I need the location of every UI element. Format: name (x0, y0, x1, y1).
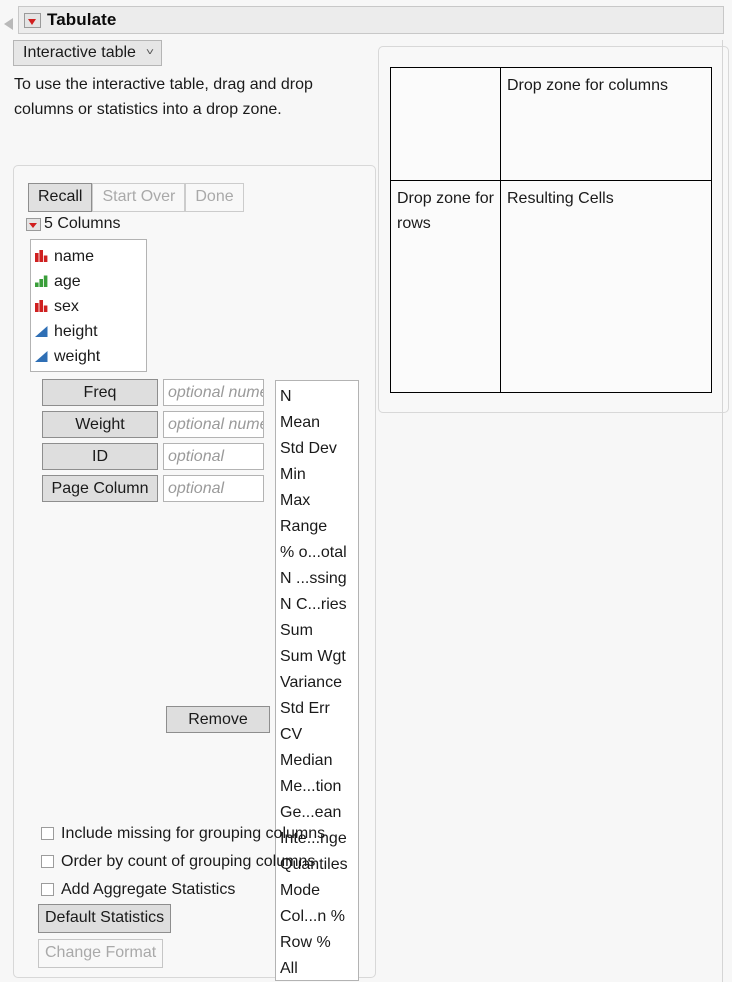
list-item[interactable]: sex (34, 294, 146, 319)
page-column-field[interactable]: optional (163, 475, 264, 502)
column-name: sex (54, 297, 79, 315)
chevron-down-icon: ˅ (145, 47, 154, 58)
list-item[interactable]: N (280, 385, 358, 411)
option-label: Order by count of grouping columns (61, 852, 316, 870)
option-add-aggregate-statistics[interactable]: Add Aggregate Statistics (41, 877, 325, 902)
column-name: weight (54, 347, 101, 365)
drop-zone-table: Drop zone for columns Drop zone for rows… (390, 67, 712, 393)
tabulate-dialog: Tabulate Interactive table ˅ To use the … (0, 0, 732, 982)
option-include-missing[interactable]: Include missing for grouping columns (41, 821, 325, 846)
instructions-text: To use the interactive table, drag and d… (14, 76, 313, 118)
control-panel: Recall Start Over Done 5 Columns name ag… (13, 165, 376, 981)
weight-field[interactable]: optional numeric (163, 411, 264, 438)
checkbox-icon[interactable] (41, 827, 54, 840)
list-item[interactable]: Col...n % (280, 905, 358, 931)
nominal-red-bars-icon (35, 250, 48, 262)
outline-triangle-icon[interactable] (4, 18, 13, 30)
remove-button-wrap: Remove (166, 706, 270, 733)
list-item[interactable]: Sum (280, 619, 358, 645)
role-row-id: ID optional (42, 443, 264, 470)
columns-section-header: 5 Columns (26, 215, 120, 233)
option-order-by-count[interactable]: Order by count of grouping columns (41, 849, 325, 874)
freq-button[interactable]: Freq (42, 379, 158, 406)
list-item[interactable]: Sum Wgt (280, 645, 358, 671)
default-statistics-button[interactable]: Default Statistics (38, 904, 172, 933)
list-item[interactable]: N C...ries (280, 593, 358, 619)
done-button[interactable]: Done (185, 183, 244, 212)
options-group: Include missing for grouping columns Ord… (41, 821, 325, 905)
role-assignment-group: Freq optional numeric Weight optional nu… (42, 379, 264, 507)
recall-button[interactable]: Recall (28, 183, 93, 212)
page-column-button[interactable]: Page Column (42, 475, 158, 502)
checkbox-icon[interactable] (41, 883, 54, 896)
list-item[interactable]: Mean (280, 411, 358, 437)
weight-button[interactable]: Weight (42, 411, 158, 438)
option-label: Include missing for grouping columns (61, 824, 326, 842)
list-item[interactable]: age (34, 269, 146, 294)
mode-select-dropdown[interactable]: Interactive table ˅ (13, 40, 162, 66)
list-item[interactable]: Variance (280, 671, 358, 697)
drop-zone-columns-cell[interactable]: Drop zone for columns (501, 68, 711, 181)
id-button[interactable]: ID (42, 443, 158, 470)
action-button-row: Recall Start Over Done (28, 183, 244, 212)
column-name: age (54, 272, 81, 290)
list-item[interactable]: Median (280, 749, 358, 775)
continuous-blue-triangle-icon (35, 351, 48, 362)
list-item[interactable]: N ...ssing (280, 567, 358, 593)
window-titlebar: Tabulate (18, 6, 724, 34)
column-name: height (54, 322, 98, 340)
list-item[interactable]: weight (34, 344, 146, 369)
red-triangle-down-icon[interactable] (26, 217, 41, 231)
list-item[interactable]: height (34, 319, 146, 344)
drop-zone-cells-cell[interactable]: Resulting Cells (501, 181, 711, 392)
list-item[interactable]: name (34, 244, 146, 269)
list-item[interactable]: Min (280, 463, 358, 489)
column-list[interactable]: name age sex height weight (30, 239, 147, 372)
role-row-weight: Weight optional numeric (42, 411, 264, 438)
red-triangle-down-icon[interactable] (24, 12, 41, 28)
list-item[interactable]: Me...tion (280, 775, 358, 801)
list-item[interactable]: All (280, 957, 358, 980)
list-item[interactable]: % o...otal (280, 541, 358, 567)
freq-field[interactable]: optional numeric (163, 379, 264, 406)
page-title: Tabulate (47, 10, 117, 29)
list-item[interactable]: Std Dev (280, 437, 358, 463)
change-format-button[interactable]: Change Format (38, 939, 164, 968)
continuous-blue-triangle-icon (35, 326, 48, 337)
list-item[interactable]: Row % (280, 931, 358, 957)
ordinal-green-bars-icon (35, 275, 48, 287)
drop-zone-corner-cell[interactable] (391, 68, 501, 181)
mode-select-label: Interactive table (23, 44, 136, 61)
remove-button[interactable]: Remove (166, 706, 270, 733)
start-over-button[interactable]: Start Over (92, 183, 186, 212)
bottom-button-group: Default Statistics Change Format (38, 904, 172, 968)
list-item[interactable]: Range (280, 515, 358, 541)
list-item[interactable]: Max (280, 489, 358, 515)
role-row-page-column: Page Column optional (42, 475, 264, 502)
drop-zone-rows-cell[interactable]: Drop zone for rows (391, 181, 501, 392)
right-edge-divider (722, 40, 723, 982)
role-row-freq: Freq optional numeric (42, 379, 264, 406)
nominal-red-bars-icon (35, 300, 48, 312)
list-item[interactable]: Std Err (280, 697, 358, 723)
id-field[interactable]: optional (163, 443, 264, 470)
column-name: name (54, 247, 95, 265)
checkbox-icon[interactable] (41, 855, 54, 868)
drop-zone-panel: Drop zone for columns Drop zone for rows… (378, 46, 729, 413)
columns-count-label: 5 Columns (44, 215, 121, 232)
list-item[interactable]: CV (280, 723, 358, 749)
option-label: Add Aggregate Statistics (61, 880, 236, 898)
